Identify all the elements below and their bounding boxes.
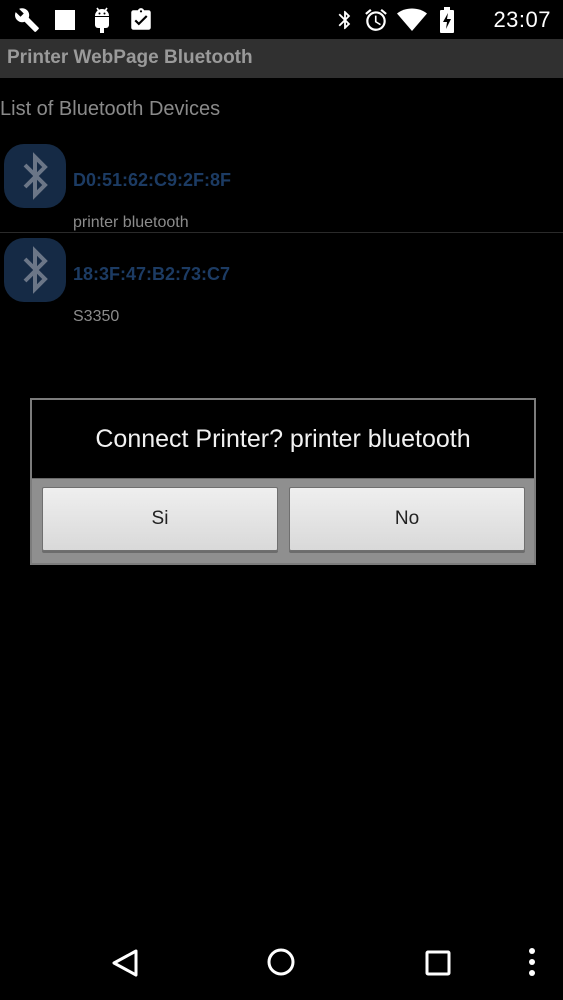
dialog-button-bar: Si No — [32, 478, 534, 563]
status-time: 23:07 — [493, 7, 551, 32]
device-name: printer bluetooth — [73, 214, 189, 231]
clipboard-check-icon — [128, 7, 154, 38]
bluetooth-icon — [3, 143, 67, 214]
back-icon[interactable] — [110, 948, 140, 983]
android-debug-icon — [90, 7, 114, 38]
wrench-icon — [14, 7, 40, 38]
divider — [0, 232, 563, 233]
battery-icon — [439, 7, 455, 38]
connect-dialog: Connect Printer? printer bluetooth Si No — [30, 398, 536, 565]
list-header: List of Bluetooth Devices — [0, 98, 221, 120]
app-title: Printer WebPage Bluetooth — [7, 47, 253, 68]
device-name: S3350 — [73, 308, 120, 325]
stop-square-icon — [54, 9, 76, 36]
recents-icon[interactable] — [424, 949, 452, 982]
device-mac: D0:51:62:C9:2F:8F — [73, 170, 232, 190]
navigation-bar — [0, 920, 563, 1000]
wifi-icon — [397, 8, 427, 37]
si-button[interactable]: Si — [42, 487, 278, 551]
device-mac: 18:3F:47:B2:73:C7 — [73, 264, 231, 284]
bluetooth-icon — [334, 7, 356, 38]
no-button[interactable]: No — [289, 487, 525, 551]
menu-icon[interactable] — [525, 947, 539, 984]
status-bar: 23:07 — [0, 0, 563, 39]
home-icon[interactable] — [266, 947, 296, 982]
action-bar: Printer WebPage Bluetooth — [0, 39, 563, 78]
alarm-icon — [363, 7, 389, 38]
device-list-item[interactable]: D0:51:62:C9:2F:8F printer bluetooth — [0, 141, 563, 236]
bluetooth-icon — [3, 237, 67, 308]
device-list-item[interactable]: 18:3F:47:B2:73:C7 S3350 — [0, 235, 563, 330]
dialog-message: Connect Printer? printer bluetooth — [95, 424, 471, 453]
